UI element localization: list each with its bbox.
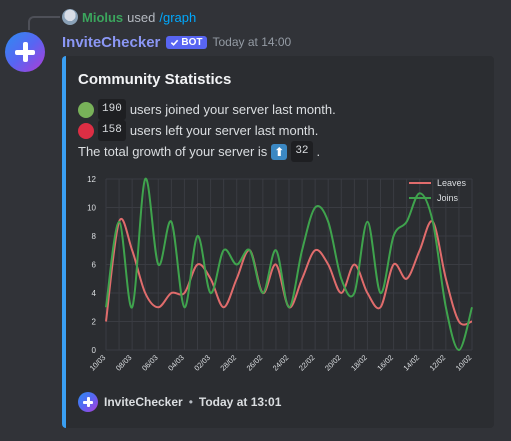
x-tick-label: 08/03 — [114, 353, 134, 373]
x-tick-label: 02/03 — [192, 353, 212, 373]
message-timestamp[interactable]: Today at 14:00 — [213, 35, 292, 49]
reply-used-text: used — [127, 9, 156, 25]
joined-text: users joined your server last month. — [129, 102, 336, 117]
x-tick-label: 14/02 — [401, 353, 421, 373]
joined-count: 190 — [98, 99, 126, 120]
left-text: users left your server last month. — [129, 123, 319, 138]
up-arrow-icon: ⬆ — [271, 143, 288, 160]
legend-label: Joins — [437, 193, 459, 203]
y-tick-label: 10 — [87, 204, 96, 213]
x-tick-label: 06/03 — [140, 353, 160, 373]
footer-separator: • — [188, 395, 193, 409]
reply-connector — [28, 16, 60, 30]
y-tick-label: 2 — [92, 318, 97, 327]
x-tick-label: 18/02 — [349, 353, 369, 373]
growth-line: The total growth of your server is ⬆ 32 … — [78, 141, 336, 162]
legend-label: Leaves — [437, 178, 467, 188]
x-tick-label: 26/02 — [245, 353, 265, 373]
growth-text: The total growth of your server is — [78, 144, 268, 159]
reply-context[interactable]: Miolus used /graph — [62, 8, 196, 26]
footer-timestamp: Today at 13:01 — [198, 395, 282, 409]
x-tick-label: 20/02 — [323, 353, 343, 373]
author-name[interactable]: InviteChecker — [62, 34, 160, 51]
x-tick-label: 24/02 — [271, 353, 291, 373]
embed-footer: InviteChecker • Today at 13:01 — [78, 392, 281, 412]
x-tick-label: 10/02 — [454, 353, 474, 373]
x-tick-label: 28/02 — [218, 353, 238, 373]
y-tick-label: 8 — [92, 232, 97, 241]
green-circle-icon — [78, 101, 94, 118]
x-tick-label: 04/03 — [166, 353, 186, 373]
reply-username[interactable]: Miolus — [82, 10, 123, 25]
y-tick-label: 6 — [92, 261, 97, 270]
x-tick-label: 16/02 — [375, 353, 395, 373]
y-tick-label: 12 — [87, 175, 96, 184]
x-tick-label: 10/03 — [88, 353, 108, 373]
bot-badge-label: BOT — [181, 36, 203, 48]
growth-suffix: . — [316, 144, 321, 159]
left-line: 158 users left your server last month. — [78, 120, 336, 141]
stats-line-chart[interactable]: 0 2 4 6 8 10 12 10/03 08/03 06/03 04/03 02/03 28/02 2… — [78, 173, 480, 384]
verified-check-icon — [171, 39, 179, 46]
bot-badge: BOT — [166, 35, 207, 49]
red-circle-icon — [78, 122, 94, 139]
footer-author: InviteChecker — [104, 395, 183, 409]
x-tick-label: 12/02 — [428, 353, 448, 373]
y-tick-label: 0 — [92, 346, 97, 355]
reply-avatar[interactable] — [62, 9, 78, 25]
embed-description: 190 users joined your server last month.… — [78, 99, 336, 162]
embed-title: Community Statistics — [78, 71, 232, 88]
embed: Community Statistics 190 users joined yo… — [62, 56, 494, 428]
message-header: InviteChecker BOT Today at 14:00 — [62, 32, 291, 52]
x-tick-label: 22/02 — [297, 353, 317, 373]
bot-avatar[interactable] — [5, 32, 45, 72]
growth-value: 32 — [291, 141, 313, 162]
reply-command[interactable]: /graph — [159, 10, 196, 25]
left-count: 158 — [98, 120, 126, 141]
y-tick-label: 4 — [92, 289, 97, 298]
footer-avatar — [78, 392, 98, 412]
joined-line: 190 users joined your server last month. — [78, 99, 336, 120]
